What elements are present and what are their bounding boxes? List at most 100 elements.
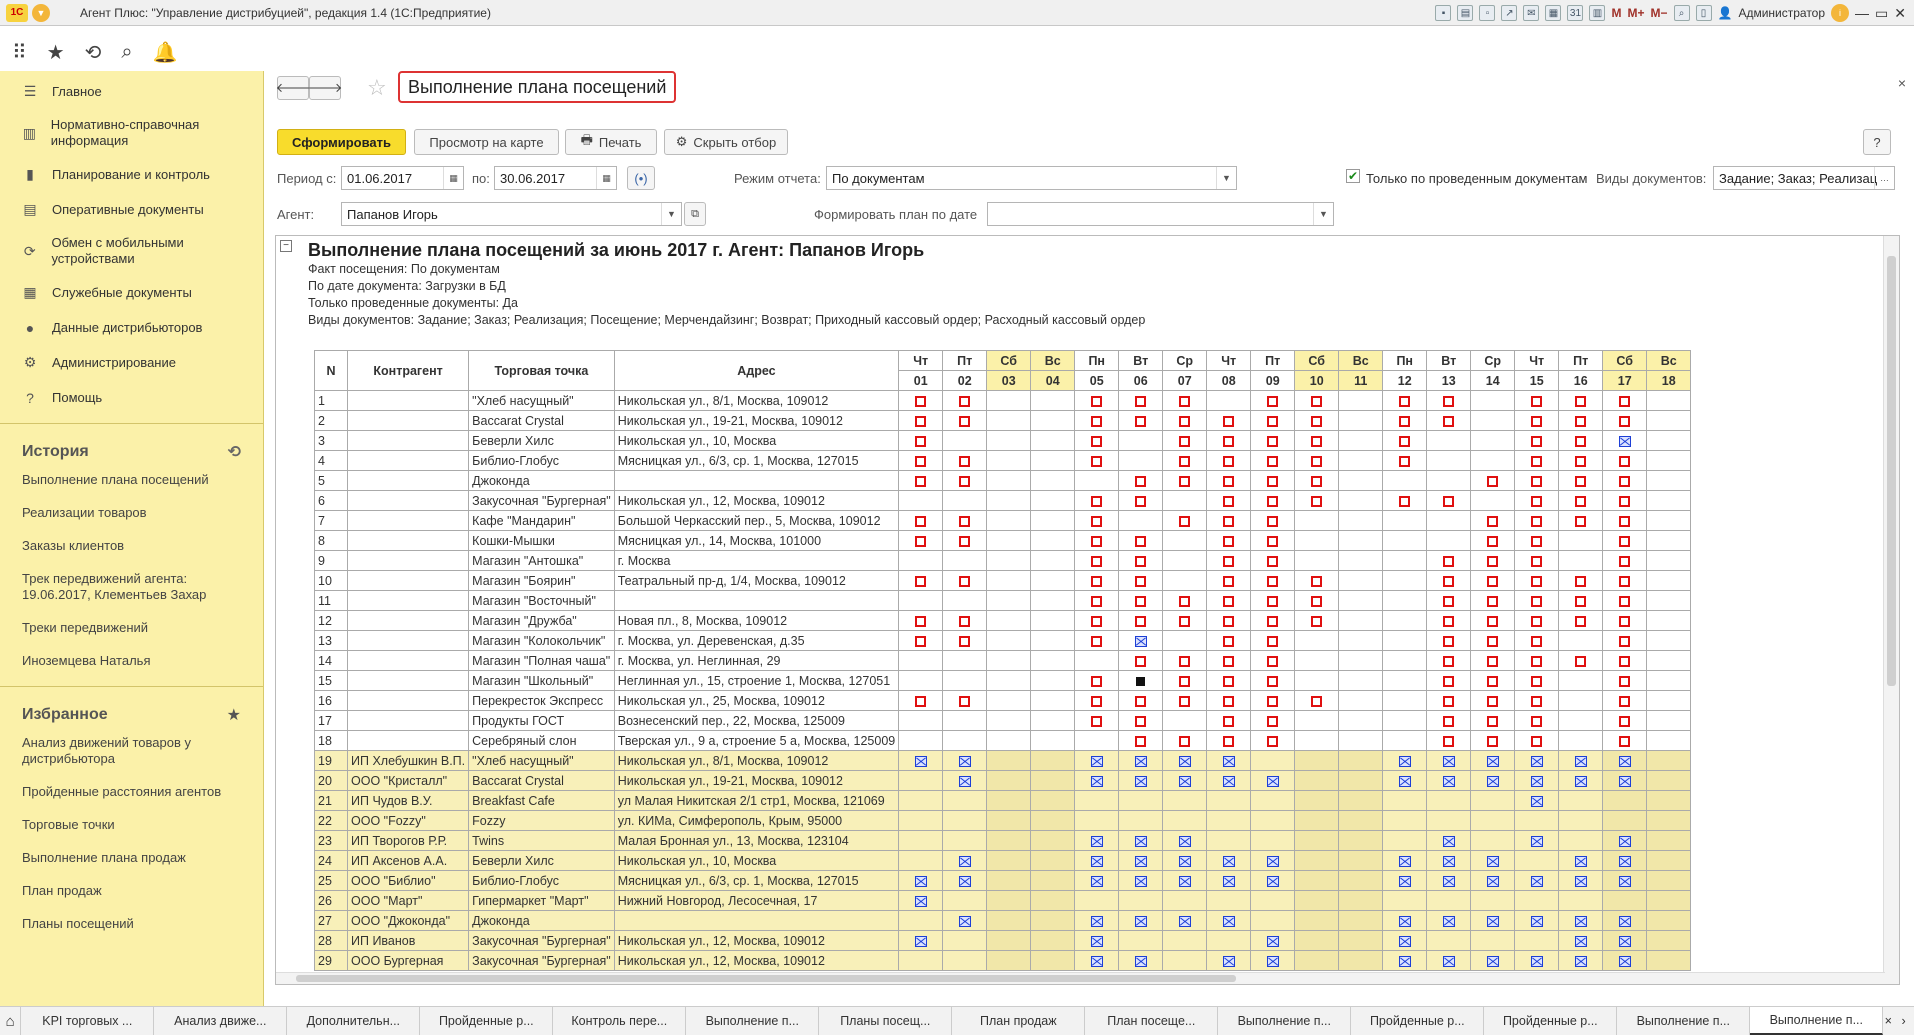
visit-cell[interactable] <box>1250 430 1296 451</box>
back-button[interactable]: 🡐 <box>276 76 310 100</box>
visit-cell[interactable] <box>1470 770 1516 791</box>
visit-cell[interactable] <box>1558 890 1604 911</box>
favorite-link[interactable]: Пройденные расстояния агентов <box>0 784 263 800</box>
visit-cell[interactable] <box>1162 730 1208 751</box>
visit-cell[interactable] <box>1074 450 1120 471</box>
date-to-field[interactable]: 30.06.2017 ▦ <box>494 166 617 190</box>
visit-cell[interactable] <box>1382 450 1428 471</box>
visit-cell[interactable] <box>1646 710 1692 731</box>
visit-cell[interactable] <box>1338 390 1384 411</box>
visit-cell[interactable] <box>1470 890 1516 911</box>
visit-cell[interactable] <box>1470 750 1516 771</box>
visit-cell[interactable] <box>1074 890 1120 911</box>
visit-cell[interactable] <box>1558 590 1604 611</box>
visit-cell[interactable] <box>1294 890 1340 911</box>
visit-cell[interactable] <box>1294 590 1340 611</box>
visit-cell[interactable] <box>1294 930 1340 951</box>
visit-cell[interactable] <box>1118 730 1164 751</box>
tabs-scroll-icon[interactable]: › <box>1893 1007 1914 1035</box>
visit-cell[interactable] <box>1294 810 1340 831</box>
visit-cell[interactable] <box>1118 510 1164 531</box>
visit-cell[interactable] <box>1294 630 1340 651</box>
visit-cell[interactable] <box>1382 630 1428 651</box>
favorite-link[interactable]: Планы посещений <box>0 916 263 932</box>
visit-cell[interactable] <box>942 930 988 951</box>
visit-cell[interactable] <box>1426 950 1472 971</box>
visit-cell[interactable] <box>1382 430 1428 451</box>
visit-cell[interactable] <box>1470 550 1516 571</box>
visit-cell[interactable] <box>1602 650 1648 671</box>
visit-cell[interactable] <box>1030 610 1076 631</box>
visit-cell[interactable] <box>1646 850 1692 871</box>
visit-cell[interactable] <box>1470 830 1516 851</box>
visit-cell[interactable] <box>898 770 944 791</box>
visit-cell[interactable] <box>1250 930 1296 951</box>
visit-cell[interactable] <box>1206 630 1252 651</box>
visit-cell[interactable] <box>1294 790 1340 811</box>
visit-cell[interactable] <box>898 790 944 811</box>
section-item[interactable]: ☰ Главное <box>0 74 263 109</box>
visit-cell[interactable] <box>942 410 988 431</box>
visit-cell[interactable] <box>1646 830 1692 851</box>
visit-cell[interactable] <box>1030 670 1076 691</box>
favorite-link[interactable]: План продаж <box>0 883 263 899</box>
visit-cell[interactable] <box>1162 430 1208 451</box>
visit-cell[interactable] <box>1602 590 1648 611</box>
visit-cell[interactable] <box>1162 890 1208 911</box>
forward-button[interactable]: 🡒 <box>308 76 342 100</box>
visit-cell[interactable] <box>942 650 988 671</box>
visit-cell[interactable] <box>1382 870 1428 891</box>
ellipsis-icon[interactable]: … <box>1874 167 1894 189</box>
visit-cell[interactable] <box>898 690 944 711</box>
window-tab[interactable]: План посеще... <box>1085 1007 1219 1035</box>
visit-cell[interactable] <box>1602 430 1648 451</box>
visit-cell[interactable] <box>1382 810 1428 831</box>
visit-cell[interactable] <box>898 870 944 891</box>
visit-cell[interactable] <box>1558 610 1604 631</box>
visit-cell[interactable] <box>1426 490 1472 511</box>
visit-cell[interactable] <box>942 730 988 751</box>
visit-cell[interactable] <box>1514 790 1560 811</box>
visit-cell[interactable] <box>1030 730 1076 751</box>
visit-cell[interactable] <box>1074 690 1120 711</box>
visit-cell[interactable] <box>1514 870 1560 891</box>
visit-cell[interactable] <box>1162 710 1208 731</box>
visit-cell[interactable] <box>942 890 988 911</box>
visit-cell[interactable] <box>1602 530 1648 551</box>
visit-cell[interactable] <box>986 810 1032 831</box>
table-row[interactable]: 13 Магазин "Колокольчик" г. Москва, ул. Де… <box>314 630 1692 651</box>
visit-cell[interactable] <box>1206 830 1252 851</box>
report-area[interactable]: − Выполнение плана посещений за июнь 201… <box>275 235 1900 985</box>
visit-cell[interactable] <box>1470 670 1516 691</box>
visit-cell[interactable] <box>1162 650 1208 671</box>
visit-cell[interactable] <box>1382 550 1428 571</box>
visit-cell[interactable] <box>942 830 988 851</box>
visit-cell[interactable] <box>1514 710 1560 731</box>
home-icon[interactable]: ⌂ <box>0 1007 22 1035</box>
visit-cell[interactable] <box>1602 930 1648 951</box>
visit-cell[interactable] <box>986 730 1032 751</box>
visit-cell[interactable] <box>1118 390 1164 411</box>
section-item[interactable]: ? Помощь <box>0 380 263 415</box>
visit-cell[interactable] <box>1382 470 1428 491</box>
visit-cell[interactable] <box>1338 850 1384 871</box>
visit-cell[interactable] <box>942 910 988 931</box>
visit-cell[interactable] <box>1030 810 1076 831</box>
help-button[interactable]: ? <box>1863 129 1891 155</box>
visit-cell[interactable] <box>1162 930 1208 951</box>
visit-cell[interactable] <box>1206 810 1252 831</box>
vertical-scrollbar[interactable] <box>1883 236 1899 984</box>
visit-cell[interactable] <box>1250 830 1296 851</box>
table-row[interactable]: 2 Baccarat Crystal Никольская ул., 19-21, … <box>314 410 1692 431</box>
visit-cell[interactable] <box>1250 590 1296 611</box>
1c-logo-icon[interactable]: 1С <box>6 3 28 22</box>
visit-cell[interactable] <box>986 590 1032 611</box>
visit-cell[interactable] <box>898 490 944 511</box>
visit-cell[interactable] <box>1470 730 1516 751</box>
visit-cell[interactable] <box>1162 590 1208 611</box>
visit-cell[interactable] <box>1602 710 1648 731</box>
visit-cell[interactable] <box>1074 530 1120 551</box>
window-tab[interactable]: Выполнение п... <box>1218 1007 1352 1035</box>
table-row[interactable]: 18 Серебряный слон Тверская ул., 9 а, стро… <box>314 730 1692 751</box>
visit-cell[interactable] <box>1206 570 1252 591</box>
